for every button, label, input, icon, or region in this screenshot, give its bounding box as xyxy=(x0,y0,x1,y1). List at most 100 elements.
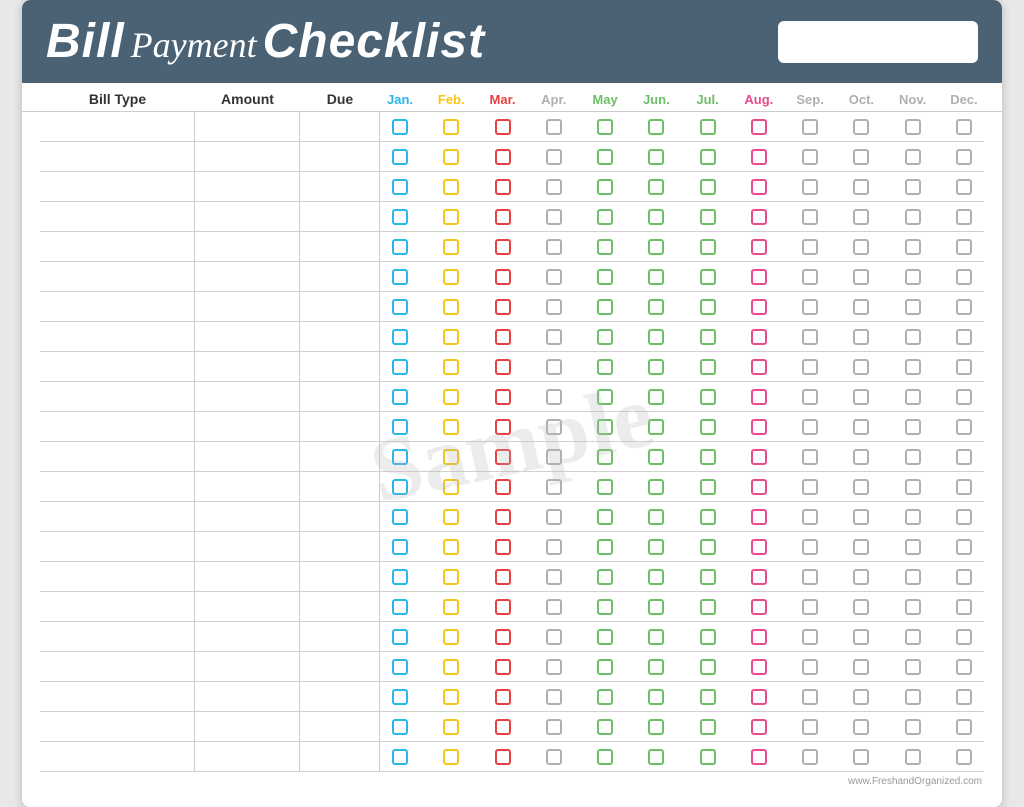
cell-amount[interactable] xyxy=(195,682,300,711)
checkbox[interactable] xyxy=(546,149,562,165)
checkbox[interactable] xyxy=(392,449,408,465)
checkbox[interactable] xyxy=(956,419,972,435)
checkbox[interactable] xyxy=(700,149,716,165)
checkbox[interactable] xyxy=(546,209,562,225)
checkbox[interactable] xyxy=(648,629,664,645)
checkbox[interactable] xyxy=(700,539,716,555)
checkbox[interactable] xyxy=(853,479,869,495)
checkbox[interactable] xyxy=(802,359,818,375)
checkbox[interactable] xyxy=(905,209,921,225)
checkbox[interactable] xyxy=(648,719,664,735)
cell-due[interactable] xyxy=(300,292,380,321)
checkbox[interactable] xyxy=(546,629,562,645)
cell-due[interactable] xyxy=(300,142,380,171)
checkbox[interactable] xyxy=(853,539,869,555)
checkbox[interactable] xyxy=(392,359,408,375)
checkbox[interactable] xyxy=(853,299,869,315)
checkbox[interactable] xyxy=(597,419,613,435)
checkbox[interactable] xyxy=(443,149,459,165)
checkbox[interactable] xyxy=(443,329,459,345)
cell-bill-type[interactable] xyxy=(40,172,195,201)
checkbox[interactable] xyxy=(905,539,921,555)
checkbox[interactable] xyxy=(751,179,767,195)
checkbox[interactable] xyxy=(443,749,459,765)
checkbox[interactable] xyxy=(700,239,716,255)
checkbox[interactable] xyxy=(546,599,562,615)
checkbox[interactable] xyxy=(392,149,408,165)
cell-amount[interactable] xyxy=(195,442,300,471)
checkbox[interactable] xyxy=(597,239,613,255)
checkbox[interactable] xyxy=(956,179,972,195)
checkbox[interactable] xyxy=(700,509,716,525)
checkbox[interactable] xyxy=(905,359,921,375)
checkbox[interactable] xyxy=(956,719,972,735)
checkbox[interactable] xyxy=(495,119,511,135)
checkbox[interactable] xyxy=(751,689,767,705)
checkbox[interactable] xyxy=(443,209,459,225)
checkbox[interactable] xyxy=(905,239,921,255)
checkbox[interactable] xyxy=(700,299,716,315)
checkbox[interactable] xyxy=(648,419,664,435)
checkbox[interactable] xyxy=(392,659,408,675)
cell-due[interactable] xyxy=(300,562,380,591)
checkbox[interactable] xyxy=(802,119,818,135)
checkbox[interactable] xyxy=(546,479,562,495)
checkbox[interactable] xyxy=(597,569,613,585)
checkbox[interactable] xyxy=(751,569,767,585)
checkbox[interactable] xyxy=(495,629,511,645)
checkbox[interactable] xyxy=(802,719,818,735)
checkbox[interactable] xyxy=(956,479,972,495)
checkbox[interactable] xyxy=(853,269,869,285)
checkbox[interactable] xyxy=(853,449,869,465)
checkbox[interactable] xyxy=(853,659,869,675)
checkbox[interactable] xyxy=(597,119,613,135)
checkbox[interactable] xyxy=(597,629,613,645)
checkbox[interactable] xyxy=(905,719,921,735)
checkbox[interactable] xyxy=(648,359,664,375)
checkbox[interactable] xyxy=(956,629,972,645)
cell-bill-type[interactable] xyxy=(40,682,195,711)
cell-amount[interactable] xyxy=(195,112,300,141)
checkbox[interactable] xyxy=(751,419,767,435)
checkbox[interactable] xyxy=(956,269,972,285)
cell-due[interactable] xyxy=(300,442,380,471)
checkbox[interactable] xyxy=(802,299,818,315)
checkbox[interactable] xyxy=(956,329,972,345)
checkbox[interactable] xyxy=(956,599,972,615)
checkbox[interactable] xyxy=(905,419,921,435)
checkbox[interactable] xyxy=(751,539,767,555)
checkbox[interactable] xyxy=(546,509,562,525)
cell-due[interactable] xyxy=(300,622,380,651)
checkbox[interactable] xyxy=(700,119,716,135)
checkbox[interactable] xyxy=(597,299,613,315)
checkbox[interactable] xyxy=(495,599,511,615)
checkbox[interactable] xyxy=(495,659,511,675)
checkbox[interactable] xyxy=(392,179,408,195)
cell-bill-type[interactable] xyxy=(40,592,195,621)
checkbox[interactable] xyxy=(802,389,818,405)
cell-amount[interactable] xyxy=(195,562,300,591)
checkbox[interactable] xyxy=(546,539,562,555)
checkbox[interactable] xyxy=(648,689,664,705)
checkbox[interactable] xyxy=(443,239,459,255)
cell-bill-type[interactable] xyxy=(40,352,195,381)
checkbox[interactable] xyxy=(495,239,511,255)
cell-due[interactable] xyxy=(300,262,380,291)
checkbox[interactable] xyxy=(853,569,869,585)
checkbox[interactable] xyxy=(597,209,613,225)
checkbox[interactable] xyxy=(443,719,459,735)
checkbox[interactable] xyxy=(956,539,972,555)
checkbox[interactable] xyxy=(443,269,459,285)
cell-bill-type[interactable] xyxy=(40,442,195,471)
checkbox[interactable] xyxy=(802,149,818,165)
checkbox[interactable] xyxy=(648,329,664,345)
checkbox[interactable] xyxy=(956,209,972,225)
cell-bill-type[interactable] xyxy=(40,112,195,141)
checkbox[interactable] xyxy=(700,179,716,195)
checkbox[interactable] xyxy=(905,569,921,585)
checkbox[interactable] xyxy=(802,419,818,435)
checkbox[interactable] xyxy=(700,569,716,585)
checkbox[interactable] xyxy=(751,479,767,495)
cell-due[interactable] xyxy=(300,742,380,771)
checkbox[interactable] xyxy=(802,509,818,525)
